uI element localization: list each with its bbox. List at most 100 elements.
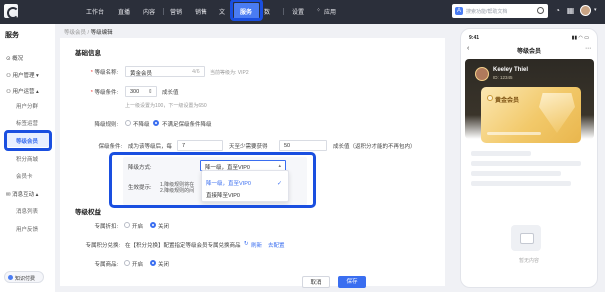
level-name-label: * 等级名称: — [90, 70, 118, 76]
radio-discount-off-label[interactable]: 关闭 — [158, 222, 169, 230]
member-name: Keeley Thiel — [493, 67, 529, 73]
points-exchange-label: 专属积分兑换: — [85, 243, 120, 249]
app-logo[interactable] — [4, 4, 19, 19]
keep-text-3: 成长值（返积分才能的不再包内） — [333, 144, 416, 150]
cancel-button[interactable]: 取消 — [302, 276, 330, 288]
section-title-benefits: 等级权益 — [75, 209, 101, 216]
radio-goods-on-label[interactable]: 开启 — [132, 260, 143, 268]
radio-discount-off[interactable] — [150, 222, 156, 228]
placeholder-line — [471, 171, 561, 176]
level-condition-hint: 上一级设置为100，下一级设置为650 — [125, 103, 207, 109]
chevron-down-icon[interactable]: ▾ — [594, 7, 597, 13]
sidebar-item-messages[interactable]: ✉ 消息互动 ▴ — [6, 190, 38, 198]
downgrade-rule-label: 降级规则: — [94, 122, 118, 128]
top-nav: 工作台 直播 内容 营销 销售 文 服务 数 设置 ⁘ 应用 A 搜索功能/帮助… — [0, 0, 605, 24]
level-name-input[interactable]: 黄金会员 4/6 — [125, 66, 205, 77]
phone-nav-bar: ‹ 等级会员 ⋯ — [461, 43, 597, 57]
sidebar-item-tag-ops[interactable]: 标签运营 — [16, 119, 38, 127]
sidebar: 服务 ⊙ 概况 ⚇ 用户管理 ▾ ⚇ 用户运营 ▴ 用户分群 标签运营 等级会员… — [0, 24, 55, 292]
radio-conditional-downgrade[interactable] — [153, 120, 159, 126]
section-title-basic: 基础信息 — [75, 50, 101, 57]
radio-conditional-downgrade-label[interactable]: 不满足保级条件降级 — [162, 120, 212, 128]
breadcrumb-parent[interactable]: 等级会员 — [64, 30, 86, 36]
more-icon[interactable]: ⋯ — [585, 45, 591, 52]
keep-days-input[interactable]: 7 — [177, 140, 223, 151]
keep-growth-input[interactable]: 50 — [279, 140, 327, 151]
nav-content[interactable]: 内容 — [143, 7, 155, 16]
exclusive-goods-label: 专属商品: — [94, 262, 118, 268]
nav-workbench[interactable]: 工作台 — [86, 7, 104, 16]
sidebar-item-label: 概况 — [12, 56, 24, 62]
level-name-hint: 当前等级为: VIP2 — [210, 70, 249, 76]
sidebar-item-label: 消息互动 — [12, 192, 35, 198]
search-placeholder: 搜索功能/帮助文档 — [466, 9, 508, 15]
radio-no-downgrade[interactable] — [125, 120, 131, 126]
nav-data[interactable]: 数 — [264, 7, 270, 16]
configure-link[interactable]: 去配置 — [268, 241, 285, 249]
member-level-card: 黄金会员 — [481, 87, 581, 143]
member-id: ID: 12345 — [493, 75, 513, 80]
radio-goods-off[interactable] — [150, 260, 156, 266]
sidebar-item-feedback[interactable]: 用户反馈 — [16, 225, 38, 233]
nav-text[interactable]: 文 — [219, 7, 225, 16]
placeholder-line — [471, 181, 571, 186]
sidebar-item-message-list[interactable]: 消息列表 — [16, 207, 38, 215]
knowledge-pay-switch[interactable]: 知识付费 — [4, 271, 44, 283]
apps-icon[interactable]: ⁘ — [316, 7, 321, 14]
empty-state-icon — [511, 225, 541, 251]
radio-goods-off-label[interactable]: 关闭 — [158, 260, 169, 268]
sidebar-item-label: 用户管理 — [12, 73, 35, 79]
sidebar-item-label: 用户运营 — [12, 89, 35, 95]
empty-state-text: 暂无内容 — [518, 258, 539, 264]
save-button[interactable]: 保存 — [338, 276, 366, 288]
grid-icon[interactable]: ▦ — [566, 6, 575, 15]
discount-label: 专属折扣: — [94, 224, 118, 230]
sidebar-item-user-segment[interactable]: 用户分群 — [16, 102, 38, 110]
radio-discount-on-label[interactable]: 开启 — [132, 222, 143, 230]
search-icon[interactable] — [537, 7, 544, 14]
nav-marketing[interactable]: 营销 — [170, 7, 182, 16]
breadcrumb: 等级会员 / 等级编辑 — [64, 30, 113, 36]
placeholder-line — [471, 151, 531, 156]
nav-divider — [163, 8, 164, 15]
phone-status-icons: ▮▮ ◠ ▭ — [571, 35, 589, 41]
keep-text-2: 天至少需要获得 — [229, 144, 268, 150]
phone-preview: 9:41 ▮▮ ◠ ▭ ‹ 等级会员 ⋯ Keeley Thiel ID: 12… — [460, 28, 598, 288]
level-condition-input[interactable]: 300 ⇕ — [125, 86, 157, 97]
highlight-box-sidebar — [4, 130, 52, 151]
radio-discount-on[interactable] — [124, 222, 130, 228]
nav-settings[interactable]: 设置 — [292, 7, 304, 16]
level-condition-unit: 成长值 — [162, 90, 179, 96]
points-exchange-text: 在【积分兑换】配置指定等级会员专属兑换商品 — [125, 243, 241, 249]
member-avatar — [475, 67, 489, 81]
knowledge-label: 知识付费 — [15, 276, 36, 282]
progress-bar — [487, 132, 541, 135]
placeholder-line — [471, 161, 581, 166]
search-box[interactable]: A 搜索功能/帮助文档 — [452, 4, 548, 18]
nav-live[interactable]: 直播 — [118, 7, 130, 16]
bell-icon[interactable]: ◔ — [553, 6, 562, 15]
sidebar-title: 服务 — [5, 32, 19, 39]
refresh-icon[interactable]: ↻ — [244, 241, 249, 247]
radio-goods-on[interactable] — [124, 260, 130, 266]
sidebar-item-user-manage[interactable]: ⚇ 用户管理 ▾ — [6, 71, 39, 79]
nav-divider — [283, 8, 284, 15]
keep-text-1: 成为该等级后，每 — [128, 144, 173, 150]
sidebar-item-user-ops[interactable]: ⚇ 用户运营 ▴ — [6, 87, 39, 95]
member-card-label: 黄金会员 — [495, 98, 520, 104]
phone-time: 9:41 — [469, 35, 480, 41]
sidebar-item-overview[interactable]: ⊙ 概况 — [6, 54, 23, 62]
refresh-link[interactable]: 刷新 — [251, 241, 262, 249]
search-logo-icon: A — [455, 7, 463, 15]
member-header: Keeley Thiel ID: 12345 黄金会员 — [465, 59, 594, 143]
radio-no-downgrade-label[interactable]: 不降级 — [133, 120, 150, 128]
gem-icon — [539, 93, 575, 133]
sidebar-item-member-card[interactable]: 会员卡 — [16, 172, 33, 180]
nav-sales[interactable]: 销售 — [195, 7, 207, 16]
phone-title: 等级会员 — [516, 49, 541, 55]
sidebar-item-points-mall[interactable]: 积分商城 — [16, 155, 38, 163]
user-avatar[interactable] — [580, 5, 591, 16]
nav-apps[interactable]: 应用 — [324, 7, 336, 16]
knowledge-icon — [8, 275, 13, 280]
keep-level-label: 保级条件: — [98, 144, 122, 150]
